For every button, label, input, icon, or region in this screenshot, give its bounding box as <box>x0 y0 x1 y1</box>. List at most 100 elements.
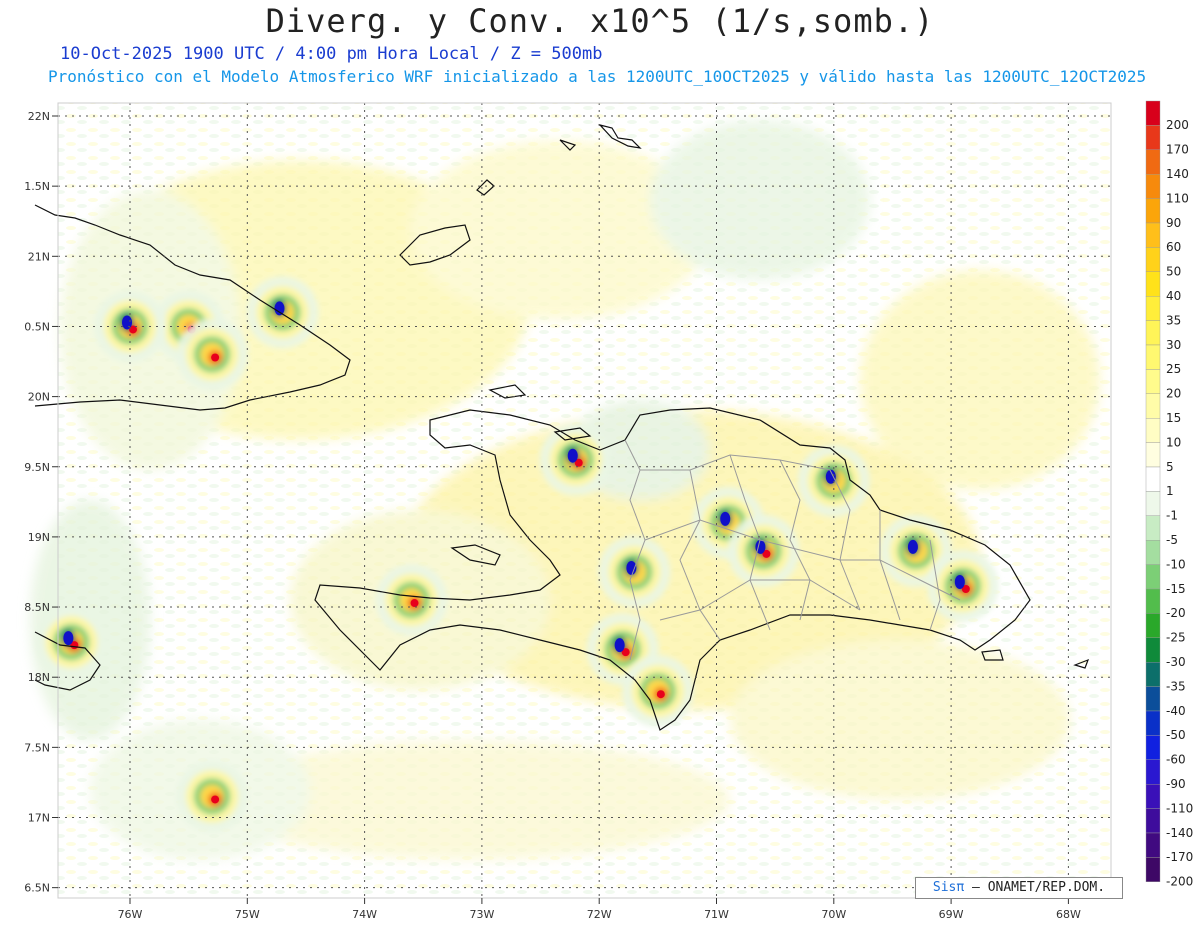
lat-label: 6.5N <box>24 882 50 895</box>
lon-label: 69W <box>939 908 964 921</box>
colorbar-swatch <box>1145 125 1161 151</box>
convective-cell <box>176 318 249 391</box>
colorbar-swatch <box>1145 662 1161 687</box>
colorbar-label: -25 <box>1166 631 1186 645</box>
colorbar-label: -90 <box>1166 777 1186 791</box>
lat-label: 9.5N <box>24 461 50 474</box>
colorbar-swatch <box>1145 466 1161 492</box>
lon-label: 68W <box>1056 908 1081 921</box>
colorbar-label: -1 <box>1166 509 1178 523</box>
colorbar-label: -40 <box>1166 704 1186 718</box>
colorbar-swatch <box>1145 100 1161 126</box>
colorbar-swatch <box>1145 418 1161 443</box>
credit-box: Sisπ – ONAMET/REP.DOM. <box>915 877 1123 899</box>
convective-cell <box>539 423 612 496</box>
convective-cell <box>375 564 448 637</box>
convective-cell <box>35 606 108 679</box>
colorbar: 200 170 140 110 90 60 50 40 35 30 25 20 15 10 5 1 -1 -5 -1… <box>1145 100 1193 889</box>
colorbar-label: -60 <box>1166 753 1186 767</box>
forecast-map: 22N 1.5N 21N 0.5N 20N 9.5N 19N 8.5N 18N 7.5N 17N 6.… <box>24 100 1193 921</box>
colorbar-swatch <box>1145 198 1161 224</box>
colorbar-label: 60 <box>1166 240 1181 254</box>
convective-cell <box>621 655 694 728</box>
convective-cell <box>797 444 870 517</box>
colorbar-swatch <box>1145 393 1161 419</box>
colorbar-label: -35 <box>1166 679 1186 693</box>
colorbar-swatch <box>1145 173 1161 199</box>
colorbar-label: -140 <box>1166 826 1193 840</box>
colorbar-label: 30 <box>1166 338 1181 352</box>
colorbar-swatch <box>1145 735 1161 761</box>
colorbar-label: -170 <box>1166 850 1193 864</box>
lon-label: 70W <box>821 908 846 921</box>
colorbar-label: -110 <box>1166 801 1193 815</box>
colorbar-label: 25 <box>1166 362 1181 376</box>
colorbar-swatch <box>1145 637 1161 663</box>
colorbar-swatch <box>1145 222 1161 248</box>
colorbar-label: 10 <box>1166 435 1181 449</box>
colorbar-label: 1 <box>1166 484 1174 498</box>
lat-label: 19N <box>28 531 50 544</box>
colorbar-swatch <box>1145 857 1161 883</box>
colorbar-swatch <box>1145 271 1161 297</box>
convective-cell <box>727 514 800 587</box>
lat-label: 7.5N <box>24 741 50 754</box>
colorbar-label: 20 <box>1166 387 1181 401</box>
convective-cell <box>246 276 319 349</box>
lat-label: 1.5N <box>24 180 50 193</box>
colorbar-swatch <box>1145 369 1161 394</box>
convective-cell <box>176 760 249 833</box>
lon-label: 71W <box>704 908 729 921</box>
lat-label: 17N <box>28 812 50 825</box>
colorbar-label: 15 <box>1166 411 1181 425</box>
credit-text: ONAMET/REP.DOM. <box>987 880 1106 895</box>
latitude-labels: 22N 1.5N 21N 0.5N 20N 9.5N 19N 8.5N 18N 7.5N 17N 6.… <box>24 110 58 895</box>
colorbar-label: -30 <box>1166 655 1186 669</box>
colorbar-label: 50 <box>1166 265 1181 279</box>
colorbar-label: 40 <box>1166 289 1181 303</box>
colorbar-label: 200 <box>1166 118 1189 132</box>
lon-label: 76W <box>118 908 143 921</box>
colorbar-label: -10 <box>1166 557 1186 571</box>
colorbar-swatch <box>1145 149 1161 175</box>
lat-label: 0.5N <box>24 320 50 333</box>
colorbar-swatch <box>1145 710 1161 736</box>
colorbar-swatch <box>1145 442 1161 468</box>
lon-label: 74W <box>352 908 377 921</box>
longitude-labels: 76W 75W 74W 73W 72W 71W 70W 69W 68W <box>118 898 1081 921</box>
colorbar-label: -15 <box>1166 582 1186 596</box>
sispi-logo: Sisπ <box>932 880 965 895</box>
colorbar-label: 110 <box>1166 191 1189 205</box>
colorbar-swatch <box>1145 344 1161 370</box>
colorbar-swatch <box>1145 515 1161 541</box>
colorbar-label: 35 <box>1166 313 1181 327</box>
colorbar-swatch <box>1145 588 1161 614</box>
colorbar-swatch <box>1145 613 1161 639</box>
colorbar-swatch <box>1145 247 1161 272</box>
lat-label: 18N <box>28 671 50 684</box>
colorbar-swatch <box>1145 320 1161 346</box>
colorbar-label: -200 <box>1166 875 1193 889</box>
colorbar-label: -20 <box>1166 606 1186 620</box>
lat-label: 21N <box>28 250 50 263</box>
lat-label: 8.5N <box>24 601 50 614</box>
colorbar-swatch <box>1145 491 1161 516</box>
colorbar-swatch <box>1145 296 1161 321</box>
colorbar-swatch <box>1145 540 1161 565</box>
colorbar-label: -50 <box>1166 728 1186 742</box>
colorbar-label: 90 <box>1166 216 1181 230</box>
colorbar-label: 140 <box>1166 167 1189 181</box>
lon-label: 72W <box>587 908 612 921</box>
lon-label: 73W <box>469 908 494 921</box>
lat-label: 22N <box>28 110 50 123</box>
colorbar-label: -5 <box>1166 533 1178 547</box>
colorbar-label: 5 <box>1166 460 1174 474</box>
colorbar-swatch <box>1145 808 1161 834</box>
colorbar-label: 170 <box>1166 143 1189 157</box>
lon-label: 75W <box>235 908 260 921</box>
colorbar-swatch <box>1145 686 1161 712</box>
colorbar-swatch <box>1145 832 1161 858</box>
colorbar-swatch <box>1145 564 1161 590</box>
colorbar-swatch <box>1145 784 1161 809</box>
colorbar-swatch <box>1145 759 1161 785</box>
